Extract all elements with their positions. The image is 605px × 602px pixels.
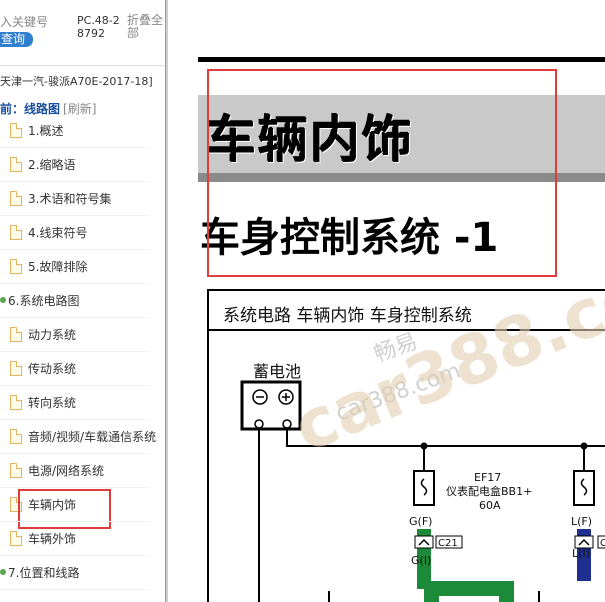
tree-item-label: 6.系统电路图 [8,293,80,308]
tree-item[interactable]: 4.线束符号 [10,215,87,249]
document-icon [10,530,22,546]
document-icon [10,360,22,376]
tree-item[interactable]: 3.术语和符号集 [10,181,111,215]
model-code: PC.48-28792 [77,14,120,40]
document-icon [10,190,22,206]
tree-item-label: 7.位置和线路 [8,565,80,580]
battery-label: 蓄电池 [253,362,301,381]
tree-item[interactable]: 传动系统 [10,351,76,385]
tree-panel: 查询 PC.48-28792 折叠全部 天津一汽-骏派A70E-2017-18]… [0,0,165,602]
vehicle-name: 天津一汽-骏派A70E-2017-18] [0,75,153,88]
fuse-ef17-name: EF17 [474,471,501,484]
document-icon [10,224,22,240]
battery-icon [240,380,302,431]
tree-item[interactable]: 2.缩略语 [10,147,75,181]
tree-item-label: 3.术语和符号集 [28,191,112,206]
document-icon [10,122,22,138]
tree-item-label: 4.线束符号 [28,225,88,240]
expanded-node-icon [0,569,6,575]
tree-item[interactable]: 动力系统 [10,317,76,351]
tree-item-label: 动力系统 [28,327,77,342]
tree-item[interactable]: 车辆外饰 [10,521,76,555]
query-button[interactable]: 查询 [0,32,33,47]
wire-color-label: G(F) [409,515,432,528]
fuse-icon [573,470,595,506]
tree-item[interactable]: 电源/网络系统 [10,453,104,487]
collapse-all-link[interactable]: 折叠全部 [127,14,165,40]
refresh-link[interactable]: [刷新] [63,102,96,116]
tree-item-label: 2.缩略语 [28,157,76,172]
tree-item-label: 转向系统 [28,395,77,410]
wire-color-label: G(I) [411,554,431,567]
document-icon [10,258,22,274]
power-bus [286,428,605,447]
tree-item-label: 电源/网络系统 [28,463,105,478]
tree-item-label: 1.概述 [28,123,64,138]
document-view: 车辆内饰 车身控制系统 -1 系统电路 车辆内饰 车身控制系统 蓄电池 EF17 [168,0,605,602]
circuit-diagram: 系统电路 车辆内饰 车身控制系统 蓄电池 EF17 仪表配电盒BB1+ 60A … [207,289,605,602]
wire-color-label: L(F) [571,515,592,528]
tree-folder-system-diagrams[interactable]: 6.系统电路图 [0,283,79,317]
fuse-ef17-rating: 60A [479,499,501,512]
tree-item[interactable]: 音频/视频/车载通信系统 [10,419,156,453]
tree-item-label: 音频/视频/车载通信系统 [28,429,157,444]
document-icon [10,156,22,172]
fuse-ef17-icon [413,470,435,506]
document-icon [10,326,22,342]
document-icon [10,462,22,478]
component-box [439,596,499,602]
tree-item[interactable]: 1.概述 [10,113,63,147]
expanded-node-icon [0,297,6,303]
connector-right-label: C [600,538,605,549]
tree-item-label: 5.故障排除 [28,259,88,274]
title-highlight [207,69,557,277]
divider [198,57,605,62]
divider [0,65,165,66]
fuse-ef17-desc: 仪表配电盒BB1+ [446,484,532,498]
tree-item[interactable]: 转向系统 [10,385,76,419]
tree-folder-location[interactable]: 7.位置和线路 [0,555,79,589]
tree-item-label: 传动系统 [28,361,77,376]
connector-c21-label: C21 [438,538,458,549]
tree-item[interactable]: 5.故障排除 [10,249,87,283]
wire-color-label: L(I) [572,547,590,560]
document-icon [10,428,22,444]
divider [0,589,150,590]
document-icon [10,394,22,410]
search-input[interactable] [0,14,70,30]
circuit-schematic: 蓄电池 EF17 仪表配电盒BB1+ 60A G(F) C21 G(I) L(F… [240,362,605,602]
tree-item-label: 车辆外饰 [28,531,77,546]
